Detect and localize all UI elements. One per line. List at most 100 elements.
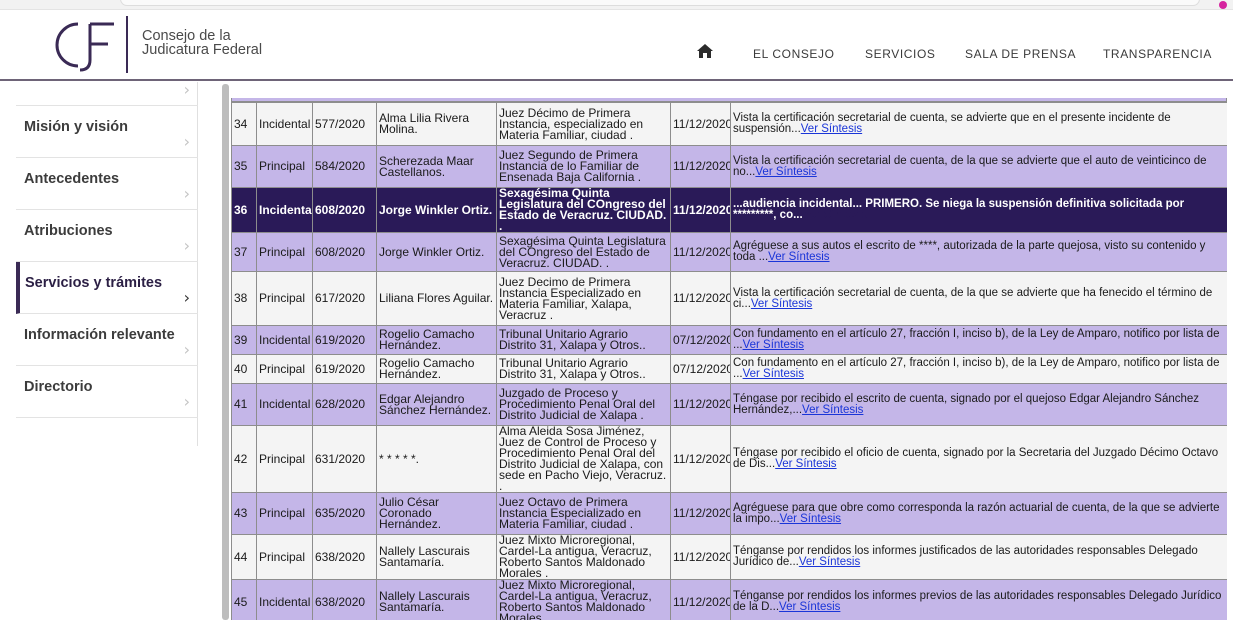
ver-sintesis-link[interactable]: Ver Síntesis [780, 513, 841, 525]
table-row[interactable]: 34 Incidental 577/2020 Alma Lilia Rivera Mo… [231, 102, 1227, 146]
extension-icon[interactable] [1219, 1, 1227, 9]
sidebar-item-atribuciones[interactable]: Atribuciones › [16, 210, 198, 262]
ver-sintesis-link[interactable]: Ver Síntesis [775, 458, 836, 470]
ver-sintesis-link[interactable]: Ver Síntesis [768, 251, 829, 263]
sintesis-cell: Con fundamento en el artículo 27, fracci… [730, 354, 1227, 384]
ver-sintesis-link[interactable]: Ver Síntesis [755, 166, 816, 178]
ver-sintesis-link[interactable]: Ver Síntesis [799, 556, 860, 568]
expediente-cell: 635/2020 [312, 492, 377, 535]
autoridad-cell: Juez Mixto Microregional, Cardel-La anti… [496, 534, 671, 580]
autoridad-cell: Sexagésima Quinta Legislatura del COngre… [496, 232, 671, 272]
site-header: Consejo de la Judicatura Federal EL CONS… [0, 10, 1233, 81]
table-row[interactable]: 39 Incidental 619/2020 Rogelio Camacho Hern… [231, 325, 1227, 355]
fecha-cell: 11/12/2020 [670, 579, 731, 620]
sintesis-cell: Vista la certificación secretarial de cu… [730, 145, 1227, 188]
nav-transparencia[interactable]: TRANSPARENCIA [1103, 47, 1212, 61]
table-row[interactable]: 38 Principal 617/2020 Liliana Flores Aguila… [231, 271, 1227, 326]
sidebar-item-servicios-tramites[interactable]: Servicios y trámites › [16, 262, 198, 314]
table-row[interactable]: 35 Principal 584/2020 Scherezada Maar Caste… [231, 145, 1227, 188]
fecha-cell: 11/12/2020 [670, 271, 731, 326]
expediente-cell: 619/2020 [312, 354, 377, 384]
chevron-right-icon: › [183, 340, 190, 359]
quejoso-cell: Nallely Lascurais Santamaría. [376, 579, 497, 620]
fecha-cell: 11/12/2020 [670, 383, 731, 426]
table-row[interactable]: 36 Incidental 608/2020 Jorge Winkler Ortiz.… [231, 187, 1227, 233]
tipo-cell: Incidental [256, 579, 313, 620]
quejoso-cell: Rogelio Camacho Hernández. [376, 325, 497, 355]
chevron-right-icon: › [183, 236, 190, 255]
row-number-cell: 35 [231, 145, 257, 188]
quejoso-cell: * * * * *. [376, 425, 497, 493]
nav-el-consejo[interactable]: EL CONSEJO [753, 47, 835, 61]
ver-sintesis-link[interactable]: Ver Síntesis [751, 298, 812, 310]
sidebar-item-informacion-relevante[interactable]: Información relevante › [16, 314, 198, 366]
sintesis-cell: Agréguese a sus autos el escrito de ****… [730, 232, 1227, 272]
sintesis-cell: ...audiencia incidental... PRIMERO. Se n… [730, 187, 1227, 233]
table-row[interactable]: 44 Principal 638/2020 Nallely Lascurais San… [231, 534, 1227, 580]
quejoso-cell: Jorge Winkler Ortiz. [376, 232, 497, 272]
quejoso-cell: Rogelio Camacho Hernández. [376, 354, 497, 384]
table-row[interactable]: 41 Incidental 628/2020 Edgar Alejandro Sánc… [231, 383, 1227, 426]
expediente-cell: 577/2020 [312, 102, 377, 146]
sidebar-item-mision-vision[interactable]: Misión y visión › [16, 106, 198, 158]
table-row[interactable]: 37 Principal 608/2020 Jorge Winkler Ortiz. S… [231, 232, 1227, 272]
quejoso-cell: Scherezada Maar Castellanos. [376, 145, 497, 188]
expediente-cell: 638/2020 [312, 534, 377, 580]
row-number-cell: 34 [231, 102, 257, 146]
expediente-cell: 617/2020 [312, 271, 377, 326]
logo-text[interactable]: Consejo de la Judicatura Federal [142, 29, 262, 58]
table-row[interactable]: 42 Principal 631/2020 * * * * *. Alma Aleida… [231, 425, 1227, 493]
tipo-cell: Incidental [256, 325, 313, 355]
nav-sala-de-prensa[interactable]: SALA DE PRENSA [965, 47, 1076, 61]
logo-divider [126, 16, 128, 73]
tipo-cell: Principal [256, 271, 313, 326]
ver-sintesis-link[interactable]: Ver Síntesis [802, 404, 863, 416]
tipo-cell: Principal [256, 534, 313, 580]
home-icon[interactable] [696, 43, 714, 59]
quejoso-cell: Edgar Alejandro Sánchez Hernández. [376, 383, 497, 426]
row-number-cell: 43 [231, 492, 257, 535]
autoridad-cell: Tribunal Unitario Agrario Distrito 31, X… [496, 354, 671, 384]
table-row[interactable]: 43 Principal 635/2020 Julio César Coronado … [231, 492, 1227, 535]
tipo-cell: Incidental [256, 383, 313, 426]
row-number-cell: 44 [231, 534, 257, 580]
ver-sintesis-link[interactable]: Ver Síntesis [779, 601, 840, 613]
autoridad-cell: Juez Segundo de Primera Instancia de lo … [496, 145, 671, 188]
fecha-cell: 11/12/2020 [670, 534, 731, 580]
autoridad-cell: Juez Mixto Microregional, Cardel-La anti… [496, 579, 671, 620]
ver-sintesis-link[interactable]: Ver Síntesis [743, 339, 804, 351]
table-row[interactable]: 45 Incidental 638/2020 Nallely Lascurais Sa… [231, 579, 1227, 620]
sidebar-item-directorio[interactable]: Directorio › [16, 366, 198, 418]
row-number-cell: 40 [231, 354, 257, 384]
quejoso-cell: Julio César Coronado Hernández. [376, 492, 497, 535]
cjf-logo-icon[interactable] [50, 16, 130, 74]
row-number-cell: 45 [231, 579, 257, 620]
sintesis-cell: Vista la certificación secretarial de cu… [730, 102, 1227, 146]
expediente-cell: 638/2020 [312, 579, 377, 620]
tipo-cell: Principal [256, 232, 313, 272]
ver-sintesis-link[interactable]: Ver Síntesis [803, 209, 868, 221]
content-scrollbar[interactable] [222, 84, 229, 620]
chevron-right-icon: › [183, 288, 190, 307]
fecha-cell: 11/12/2020 [670, 232, 731, 272]
fecha-cell: 07/12/2020 [670, 354, 731, 384]
sintesis-cell: Vista la certificación secretarial de cu… [730, 271, 1227, 326]
fecha-cell: 11/12/2020 [670, 145, 731, 188]
expediente-cell: 608/2020 [312, 187, 377, 233]
browser-top-strip [0, 0, 1233, 10]
autoridad-cell: Juez Décimo de Primera Instancia, especi… [496, 102, 671, 146]
quejoso-cell: Alma Lilia Rivera Molina. [376, 102, 497, 146]
sidebar-item-antecedentes[interactable]: Antecedentes › [16, 158, 198, 210]
ver-sintesis-link[interactable]: Ver Síntesis [743, 368, 804, 380]
quejoso-cell: Liliana Flores Aguilar. [376, 271, 497, 326]
autoridad-cell: Juez Octavo de Primera Instancia Especia… [496, 492, 671, 535]
sintesis-cell: Ténganse por rendidos los informes justi… [730, 534, 1227, 580]
chevron-right-icon: › [183, 80, 190, 99]
autoridad-cell: Alma Aleida Sosa Jiménez, Juez de Contro… [496, 425, 671, 493]
address-bar[interactable] [120, 0, 1200, 6]
expediente-cell: 628/2020 [312, 383, 377, 426]
ver-sintesis-link[interactable]: Ver Síntesis [801, 123, 862, 135]
expediente-cell: 619/2020 [312, 325, 377, 355]
table-row[interactable]: 40 Principal 619/2020 Rogelio Camacho Herná… [231, 354, 1227, 384]
nav-servicios[interactable]: SERVICIOS [865, 47, 936, 61]
